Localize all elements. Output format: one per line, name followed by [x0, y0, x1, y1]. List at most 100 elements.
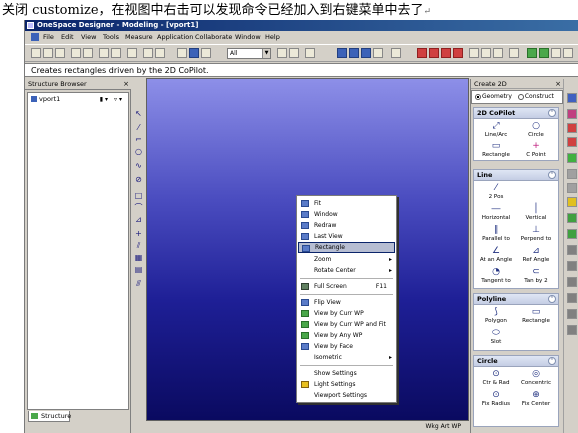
sketch-icon[interactable]: [567, 123, 577, 133]
collapse-icon[interactable]: ⌃: [548, 109, 556, 117]
tool-concentric[interactable]: ◎ Concentric: [516, 370, 556, 387]
tool-line-ref-angle[interactable]: ⊿ Ref Angle: [516, 247, 556, 264]
stripe-icon[interactable]: ⫻: [134, 279, 143, 288]
close-icon[interactable]: ×: [123, 80, 129, 89]
circle-icon[interactable]: ○: [134, 147, 143, 156]
feature-icon[interactable]: [567, 197, 577, 207]
help-icon[interactable]: [563, 48, 573, 58]
line-tool-icon[interactable]: [417, 48, 427, 58]
menu-item-show-settings[interactable]: Show Settings: [298, 368, 395, 379]
tool-polyline-rectangle[interactable]: ▭ Rectangle: [516, 308, 556, 325]
menu-item-zoom[interactable]: Zoom ▸: [298, 254, 395, 265]
measure-tool-icon[interactable]: [305, 48, 315, 58]
menu-item-light-settings[interactable]: Light Settings: [298, 379, 395, 390]
chevron-down-icon[interactable]: ▼: [262, 49, 270, 58]
filter-select[interactable]: All ▼: [227, 48, 271, 59]
menu-tools[interactable]: Tools: [103, 33, 119, 42]
menu-item-last-view[interactable]: Last View: [298, 231, 395, 242]
draw-icon[interactable]: [567, 109, 577, 119]
analysis-icon[interactable]: [567, 277, 577, 287]
view-top-icon[interactable]: [349, 48, 359, 58]
section-header-polyline[interactable]: Polyline ⌃: [473, 293, 559, 305]
menu-view[interactable]: View: [81, 33, 96, 42]
tool-ctr-rad[interactable]: ⊙ Ctr & Rad: [476, 370, 516, 387]
tool-line-tangent[interactable]: ◔ Tangent to: [476, 268, 516, 285]
menu-item-isometric[interactable]: Isometric ▸: [298, 352, 395, 363]
menu-collaborate[interactable]: Collaborate: [195, 33, 232, 42]
assembly-icon[interactable]: [567, 245, 577, 255]
tool-polygon[interactable]: ⟆ Polygon: [476, 308, 516, 325]
tool-move-icon[interactable]: [391, 48, 401, 58]
pointer-icon[interactable]: ↖: [134, 109, 143, 118]
menu-file[interactable]: File: [43, 33, 54, 42]
section-header-line[interactable]: Line ⌃: [473, 169, 559, 181]
fillet-icon[interactable]: ⌒: [134, 203, 143, 212]
radio-geometry[interactable]: [475, 93, 481, 100]
section-header-copilot[interactable]: 2D CoPilot ⌃: [473, 107, 559, 119]
sheet-metal-icon[interactable]: [567, 309, 577, 319]
tool-fix-radius[interactable]: ⊙ Fix Radius: [476, 391, 516, 408]
zoom-icon[interactable]: [509, 48, 519, 58]
part-icon[interactable]: [567, 153, 577, 163]
trim-tool-icon[interactable]: [441, 48, 451, 58]
tool-line-2pos[interactable]: ⁄ 2 Pos: [476, 184, 516, 201]
collapse-icon[interactable]: ⌃: [548, 171, 556, 179]
dropdown-tool-icon[interactable]: [127, 48, 137, 58]
paste-icon[interactable]: [99, 48, 109, 58]
tool-line-horizontal[interactable]: ― Horizontal: [476, 205, 516, 222]
collapse-icon[interactable]: ⌃: [548, 357, 556, 365]
tool-line-vertical[interactable]: │ Vertical: [516, 205, 556, 222]
menu-item-viewport-settings[interactable]: Viewport Settings: [298, 390, 395, 401]
menu-help[interactable]: Help: [265, 33, 280, 42]
tree-item-vport1[interactable]: vport1: [31, 95, 60, 103]
tool-rectangle[interactable]: ▭ Rectangle: [476, 142, 516, 159]
surface-icon[interactable]: [567, 213, 577, 223]
tool-c-point[interactable]: + C Point: [516, 142, 556, 159]
view-side-icon[interactable]: [361, 48, 371, 58]
arc-tool-icon[interactable]: [429, 48, 439, 58]
cross-icon[interactable]: +: [134, 229, 143, 238]
layer-icon[interactable]: [481, 48, 491, 58]
menu-item-view-curr-wp[interactable]: View by Curr WP: [298, 308, 395, 319]
hatch-icon[interactable]: ▦: [134, 253, 143, 262]
tool-icon[interactable]: [567, 261, 577, 271]
tool-line-tan-by-2[interactable]: ⊂ Tan by 2: [516, 268, 556, 285]
pick-tool-icon[interactable]: [277, 48, 287, 58]
tab-structure[interactable]: Structure: [28, 411, 71, 422]
tool-line-angle[interactable]: ∠ At an Angle: [476, 247, 516, 264]
view-front-icon[interactable]: [337, 48, 347, 58]
settings-icon[interactable]: [551, 48, 561, 58]
trim-icon[interactable]: ⊿: [134, 215, 143, 224]
mirror-icon[interactable]: [469, 48, 479, 58]
save-icon[interactable]: [55, 48, 65, 58]
wireframe-icon[interactable]: [289, 48, 299, 58]
collapse-icon[interactable]: ⌃: [548, 295, 556, 303]
copy-icon[interactable]: [83, 48, 93, 58]
view-iso-icon[interactable]: [373, 48, 383, 58]
system-menu-icon[interactable]: [31, 33, 39, 41]
pattern-icon[interactable]: ▤: [134, 265, 143, 274]
modify-icon[interactable]: [567, 137, 577, 147]
erase-icon[interactable]: ⊘: [134, 175, 143, 184]
close-icon[interactable]: ×: [555, 79, 561, 89]
menu-item-rectangle[interactable]: Rectangle: [298, 242, 395, 253]
menu-window[interactable]: Window: [235, 33, 261, 42]
menu-item-window[interactable]: Window: [298, 209, 395, 220]
rectangle-icon[interactable]: □: [134, 191, 143, 200]
open-icon[interactable]: [43, 48, 53, 58]
print-icon[interactable]: [71, 48, 81, 58]
arc-icon[interactable]: ∿: [134, 161, 143, 170]
menu-item-view-face[interactable]: View by Face: [298, 341, 395, 352]
tool-fix-center[interactable]: ⊕ Fix Center: [516, 391, 556, 408]
menu-item-view-curr-wp-fit[interactable]: View by Curr WP and Fit: [298, 319, 395, 330]
view-icon[interactable]: [567, 93, 577, 103]
gear-icon[interactable]: [567, 325, 577, 335]
tool-circle[interactable]: ○ Circle: [516, 122, 556, 139]
properties-icon[interactable]: [493, 48, 503, 58]
new-icon[interactable]: [31, 48, 41, 58]
select-icon[interactable]: [177, 48, 187, 58]
mold-icon[interactable]: [567, 293, 577, 303]
undo-icon[interactable]: [143, 48, 153, 58]
structure-tree[interactable]: vport1 ▮▾ ▿▾: [27, 92, 129, 410]
dimension-icon[interactable]: ⫽: [134, 241, 143, 250]
